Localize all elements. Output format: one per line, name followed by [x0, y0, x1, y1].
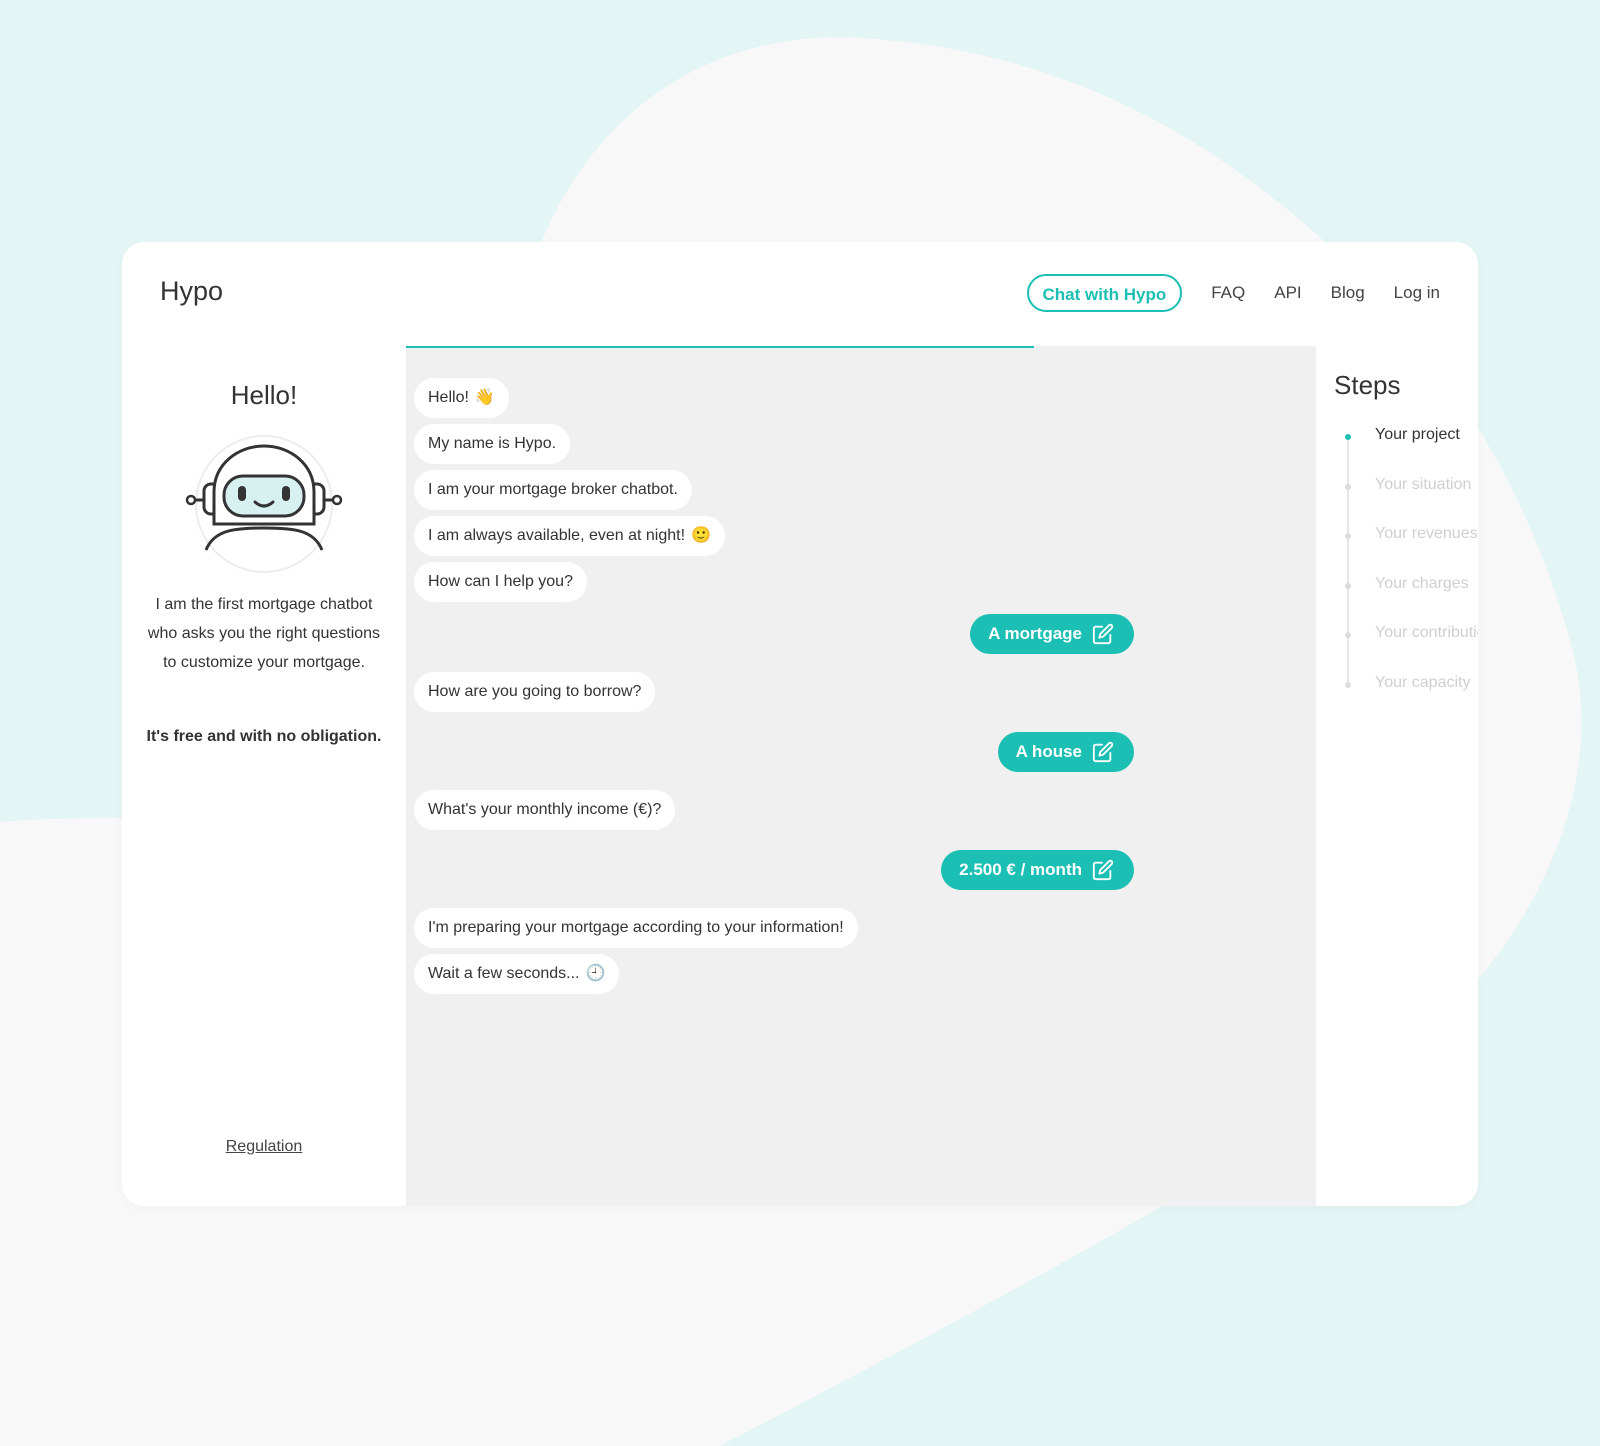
- bot-message: What's your monthly income (€)?: [414, 790, 676, 830]
- chat-with-hypo-button[interactable]: Chat with Hypo: [1026, 274, 1183, 312]
- bot-message: How are you going to borrow?: [414, 672, 656, 712]
- intro-panel: Hello! I am the first mortgage chatbot w…: [122, 348, 406, 1206]
- nav-link-blog[interactable]: Blog: [1331, 283, 1365, 303]
- edit-icon[interactable]: [1092, 859, 1114, 881]
- steps-panel: Steps Your project Your situation Your r…: [1334, 370, 1478, 691]
- bot-message: I am always available, even at night! 🙂: [414, 516, 725, 556]
- app-window: Hypo Chat with Hypo FAQ API Blog Log in …: [122, 242, 1478, 1206]
- step-dot: [1345, 682, 1351, 688]
- bot-message: Wait a few seconds... 🕘: [414, 954, 620, 994]
- bot-message: I'm preparing your mortgage according to…: [414, 908, 858, 948]
- step-dot: [1345, 434, 1351, 440]
- user-answer-house[interactable]: A house: [997, 732, 1134, 772]
- intro-title: Hello!: [230, 380, 298, 410]
- step-dot: [1345, 632, 1351, 638]
- nav-link-login[interactable]: Log in: [1394, 283, 1440, 303]
- nav-link-api[interactable]: API: [1274, 283, 1301, 303]
- bot-message: My name is Hypo.: [414, 424, 571, 464]
- step-dot: [1345, 533, 1351, 539]
- bot-message: I am your mortgage broker chatbot.: [414, 470, 692, 510]
- bot-message: How can I help you?: [414, 562, 587, 602]
- edit-icon[interactable]: [1092, 623, 1114, 645]
- closing-messages: I'm preparing your mortgage according to…: [406, 908, 858, 1000]
- smiley-icon: 🙂: [691, 527, 711, 544]
- bot-message: Hello! 👋: [414, 378, 509, 418]
- regulation-link[interactable]: Regulation: [122, 1138, 406, 1156]
- clock-icon: 🕘: [585, 965, 606, 982]
- greeting-messages: Hello! 👋 My name is Hypo. I am your mortg…: [406, 378, 725, 608]
- nav-link-faq[interactable]: FAQ: [1211, 283, 1245, 303]
- step-dot: [1345, 583, 1351, 589]
- chat-area: Hello! 👋 My name is Hypo. I am your mortg…: [406, 348, 1316, 1206]
- intro-tagline: It's free and with no obligation.: [146, 728, 382, 745]
- edit-icon[interactable]: [1092, 741, 1114, 763]
- steps-timeline: [1347, 438, 1349, 684]
- logo[interactable]: Hypo: [160, 276, 223, 307]
- question-income: What's your monthly income (€)?: [406, 790, 676, 836]
- steps-title: Steps: [1334, 370, 1401, 400]
- user-answer-income[interactable]: 2.500 € / month: [941, 850, 1134, 890]
- intro-text: I am the first mortgage chatbot who asks…: [147, 596, 381, 671]
- question-borrow: How are you going to borrow?: [406, 672, 656, 718]
- robot-avatar-icon: [185, 435, 343, 573]
- step-dot: [1345, 484, 1351, 490]
- top-nav: Chat with Hypo FAQ API Blog Log in: [1026, 274, 1440, 312]
- user-answer-mortgage[interactable]: A mortgage: [970, 614, 1134, 654]
- waving-hand-icon: 👋: [474, 389, 495, 406]
